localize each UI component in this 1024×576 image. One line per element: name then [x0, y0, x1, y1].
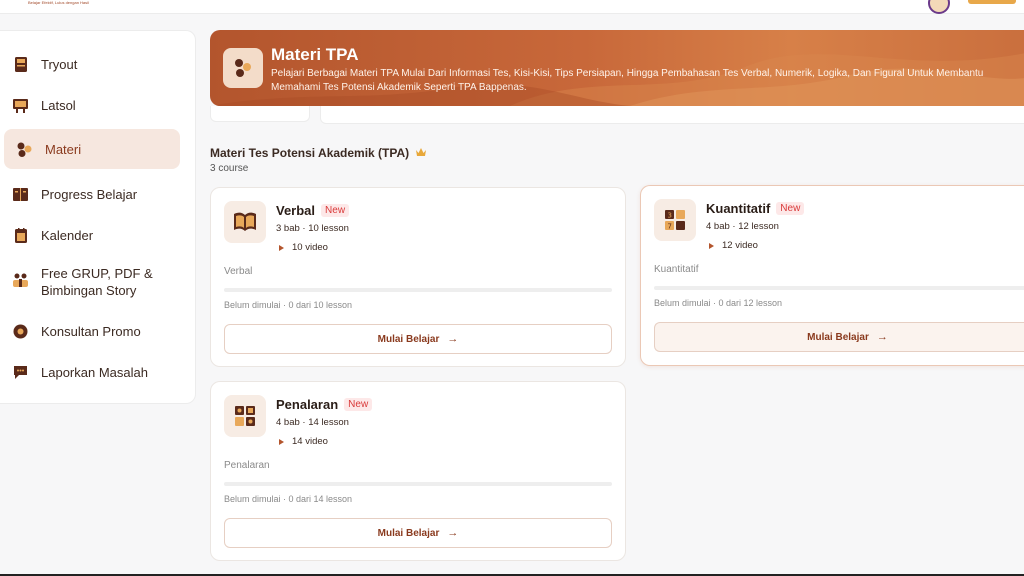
- mulai-belajar-button[interactable]: Mulai Belajar →: [654, 322, 1024, 352]
- play-icon: [709, 242, 714, 249]
- materi-icon: [223, 48, 263, 88]
- number-blocks-icon: 37: [654, 199, 696, 241]
- course-video-count: 10 video: [292, 242, 328, 253]
- filter-bar: [210, 106, 1024, 124]
- sidebar-item-materi[interactable]: Materi: [4, 129, 180, 169]
- play-icon: [279, 438, 284, 445]
- mulai-belajar-button[interactable]: Mulai Belajar →: [224, 324, 612, 354]
- chat-icon: [12, 364, 29, 381]
- course-title-text: Kuantitatif: [706, 201, 771, 216]
- progress-book-icon: [12, 186, 29, 203]
- new-badge: New: [321, 204, 350, 217]
- sidebar-item-label: Latsol: [41, 97, 76, 113]
- header-action-button[interactable]: [968, 0, 1016, 4]
- arrow-right-icon: →: [876, 331, 888, 343]
- course-card-penalaran[interactable]: Penalaran New 4 bab · 14 lesson 14 video…: [210, 381, 626, 561]
- calendar-icon: [12, 227, 29, 244]
- course-card-verbal[interactable]: Verbal New 3 bab · 10 lesson 10 video Ve…: [210, 187, 626, 367]
- crown-icon: [415, 146, 427, 160]
- sidebar-item-label: Free GRUP, PDF & Bimbingan Story: [41, 266, 153, 298]
- sidebar-item-tryout[interactable]: Tryout: [4, 44, 180, 84]
- course-count: 3 course: [210, 163, 249, 174]
- course-title: Penalaran New: [276, 397, 373, 412]
- sidebar-item-label: Laporkan Masalah: [41, 364, 148, 380]
- course-video: 12 video: [706, 240, 758, 251]
- course-status: Belum dimulai · 0 dari 12 lesson: [654, 298, 783, 308]
- sidebar-item-progress-belajar[interactable]: Progress Belajar: [4, 174, 180, 214]
- button-label: Mulai Belajar: [377, 527, 440, 539]
- sidebar: Tryout Latsol Materi Progress Belajar Ka…: [0, 30, 196, 404]
- course-title-text: Verbal: [276, 203, 316, 218]
- molecule-icon: [16, 141, 33, 158]
- open-book-icon: [224, 201, 266, 243]
- course-meta: 4 bab · 14 lesson: [276, 417, 349, 428]
- play-icon: [279, 244, 284, 251]
- sidebar-item-label: Konsultan Promo: [41, 323, 141, 339]
- section-title: Materi Tes Potensi Akademik (TPA): [210, 146, 427, 160]
- course-meta: 3 bab · 10 lesson: [276, 223, 349, 234]
- course-description: Kuantitatif: [654, 264, 699, 275]
- avatar[interactable]: [928, 0, 950, 14]
- chalkboard-icon: [12, 97, 29, 114]
- course-card-kuantitatif[interactable]: 37 Kuantitatif New 4 bab · 12 lesson 12 …: [640, 185, 1024, 366]
- course-video: 14 video: [276, 436, 328, 447]
- puzzle-blocks-icon: [224, 395, 266, 437]
- course-progress-bar: [224, 482, 612, 486]
- course-meta: 4 bab · 12 lesson: [706, 221, 779, 232]
- sidebar-item-konsultan-promo[interactable]: Konsultan Promo: [4, 311, 180, 351]
- mulai-belajar-button[interactable]: Mulai Belajar →: [224, 518, 612, 548]
- sidebar-item-laporkan-masalah[interactable]: Laporkan Masalah: [4, 352, 180, 392]
- course-description: Penalaran: [224, 460, 270, 471]
- new-badge: New: [776, 202, 805, 215]
- filter-button[interactable]: [210, 106, 310, 122]
- sidebar-item-label: Progress Belajar: [41, 186, 138, 202]
- course-status: Belum dimulai · 0 dari 14 lesson: [224, 494, 353, 504]
- course-progress-bar: [224, 288, 612, 292]
- arrow-right-icon: →: [447, 333, 459, 345]
- page-description: Pelajari Berbagai Materi TPA Mulai Dari …: [271, 68, 984, 93]
- course-video: 10 video: [276, 242, 328, 253]
- course-status: Belum dimulai · 0 dari 10 lesson: [224, 300, 353, 310]
- course-title: Verbal New: [276, 203, 350, 218]
- sidebar-item-kalender[interactable]: Kalender: [4, 215, 180, 255]
- course-video-count: 14 video: [292, 436, 328, 447]
- course-description: Verbal: [224, 266, 253, 277]
- book-icon: [12, 56, 29, 73]
- group-icon: [12, 271, 29, 288]
- course-progress-bar: [654, 286, 1024, 290]
- page-banner: Materi TPA Pelajari Berbagai Materi TPA …: [210, 30, 1024, 106]
- svg-text:3: 3: [668, 212, 672, 220]
- button-label: Mulai Belajar: [807, 331, 869, 343]
- top-header: Belajar Efektif, Lulus dengan Hasil: [0, 0, 1024, 14]
- course-title: Kuantitatif New: [706, 201, 805, 216]
- search-input[interactable]: [320, 106, 1024, 124]
- sidebar-item-latsol[interactable]: Latsol: [4, 85, 180, 125]
- gear-icon: [12, 323, 29, 340]
- arrow-right-icon: →: [447, 527, 459, 539]
- sidebar-item-label: Tryout: [41, 56, 78, 72]
- sidebar-item-free-grup[interactable]: Free GRUP, PDF & Bimbingan Story: [4, 259, 180, 305]
- sidebar-item-label: Kalender: [41, 227, 94, 243]
- logo-subtext: Belajar Efektif, Lulus dengan Hasil: [28, 0, 89, 5]
- course-video-count: 12 video: [722, 240, 758, 251]
- sidebar-item-label: Materi: [45, 141, 82, 157]
- svg-text:7: 7: [668, 223, 672, 231]
- new-badge: New: [344, 398, 373, 411]
- section-title-text: Materi Tes Potensi Akademik (TPA): [210, 146, 410, 160]
- button-label: Mulai Belajar: [377, 333, 440, 345]
- course-title-text: Penalaran: [276, 397, 339, 412]
- page-title: Materi TPA: [271, 45, 359, 64]
